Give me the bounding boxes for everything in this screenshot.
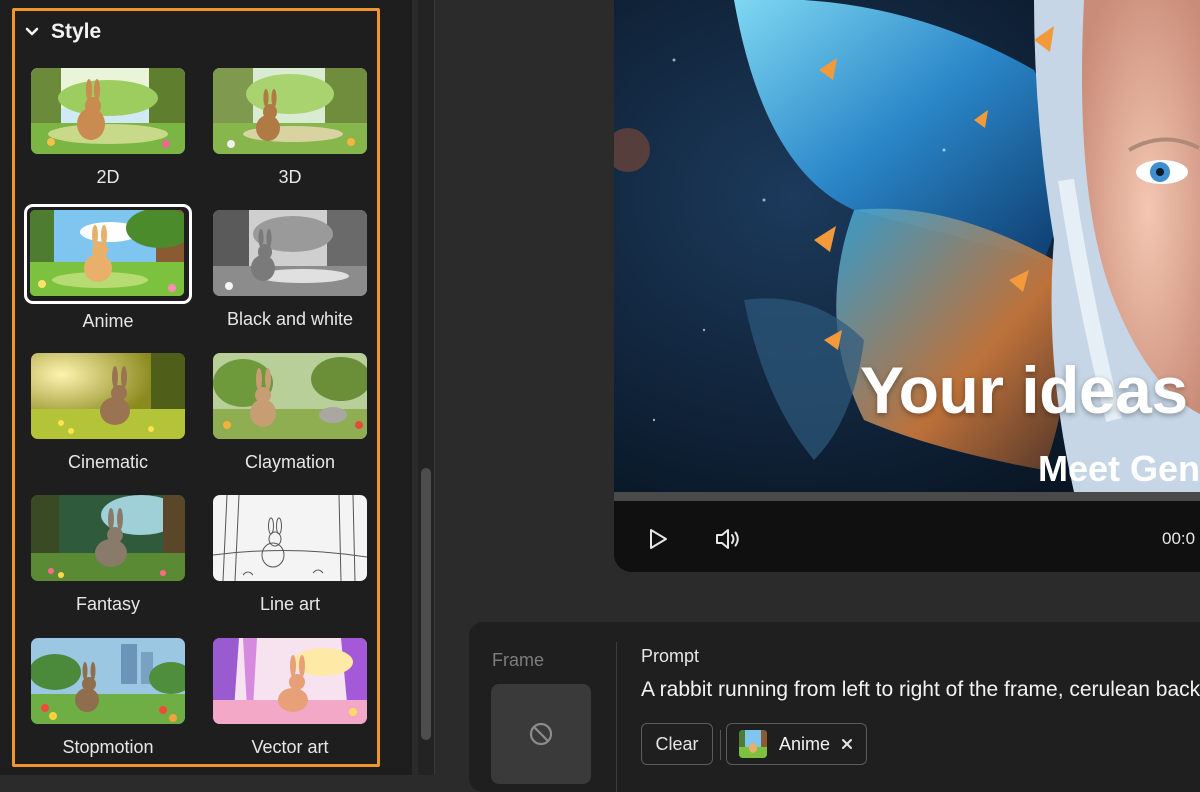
anime-style-thumbnail: [739, 730, 767, 758]
style-label: Anime: [82, 311, 134, 331]
prompt-panel: Frame Prompt A rabbit running from left …: [469, 622, 1200, 792]
video-player[interactable]: Your ideas Meet Gen 00:0: [614, 0, 1200, 572]
style-section: Style 2D 3D Anime Black and white Cinema…: [12, 8, 380, 767]
frame-upload-box[interactable]: [491, 684, 591, 784]
frame-label: Frame: [492, 650, 545, 670]
style-label: Black and white: [226, 309, 354, 329]
left-panel: Style 2D 3D Anime Black and white Cinema…: [0, 0, 412, 775]
rabbit-cinematic-image: [31, 353, 185, 439]
style-thumbnail: [31, 68, 185, 154]
style-option-cinematic[interactable]: Cinematic: [28, 350, 188, 480]
style-thumbnail: [213, 68, 367, 154]
prompt-label: Prompt: [641, 646, 700, 666]
style-thumbnail: [213, 638, 367, 724]
rabbit-fantasy-image: [31, 495, 185, 581]
rabbit-claymation-image: [213, 353, 367, 439]
rabbit-2d-image: [31, 68, 185, 154]
prompt-input[interactable]: A rabbit running from left to right of t…: [641, 678, 1200, 702]
rabbit-bw-image: [213, 210, 367, 296]
style-option-anime[interactable]: Anime: [24, 204, 192, 337]
chip-divider: [720, 730, 721, 760]
style-grid: 2D 3D Anime Black and white Cinematic Cl…: [15, 11, 377, 764]
rabbit-vector-art-image: [213, 638, 367, 724]
prompt-divider: [616, 642, 617, 792]
no-image-icon: [529, 722, 553, 746]
style-thumbnail: [31, 638, 185, 724]
video-timecode: 00:0: [1162, 529, 1196, 548]
video-subheadline: Meet Gen: [1038, 448, 1200, 489]
style-label: Cinematic: [67, 452, 149, 472]
close-icon[interactable]: [841, 738, 853, 750]
selected-style-chip: Anime: [726, 723, 867, 765]
volume-icon[interactable]: [714, 526, 742, 552]
style-label: Stopmotion: [62, 737, 154, 757]
style-thumbnail: [213, 353, 367, 439]
rabbit-anime-image: [30, 210, 184, 296]
style-option-fantasy[interactable]: Fantasy: [28, 492, 188, 622]
video-progress-bar[interactable]: [614, 492, 1200, 501]
style-label: Fantasy: [75, 594, 141, 614]
style-label: Line art: [259, 594, 321, 614]
style-option-vector-art[interactable]: Vector art: [210, 635, 370, 765]
style-option-line-art[interactable]: Line art: [210, 492, 370, 622]
style-option-claymation[interactable]: Claymation: [210, 350, 370, 480]
rabbit-line-art-image: [213, 495, 367, 581]
style-thumbnail-selected: [24, 204, 192, 304]
style-option-2d[interactable]: 2D: [28, 65, 188, 195]
clear-button[interactable]: Clear: [641, 723, 713, 765]
play-icon[interactable]: [646, 527, 670, 551]
style-thumbnail: [213, 210, 367, 296]
style-label: Claymation: [244, 452, 336, 472]
panel-divider: [434, 0, 435, 775]
style-option-stopmotion[interactable]: Stopmotion: [28, 635, 188, 765]
style-option-black-and-white[interactable]: Black and white: [210, 207, 370, 337]
style-thumbnail: [213, 495, 367, 581]
rabbit-3d-image: [213, 68, 367, 154]
video-controls: 00:0: [614, 501, 1200, 572]
style-thumbnail: [31, 353, 185, 439]
chip-thumbnail: [739, 730, 767, 758]
video-headline: Your ideas: [860, 353, 1188, 427]
style-option-3d[interactable]: 3D: [210, 65, 370, 195]
rabbit-stopmotion-image: [31, 638, 185, 724]
style-thumbnail: [31, 495, 185, 581]
chip-label: Anime: [779, 733, 831, 754]
style-label: 2D: [96, 167, 120, 187]
panel-scrollbar-thumb[interactable]: [421, 468, 431, 740]
style-label: Vector art: [251, 737, 329, 757]
style-label: 3D: [278, 167, 302, 187]
